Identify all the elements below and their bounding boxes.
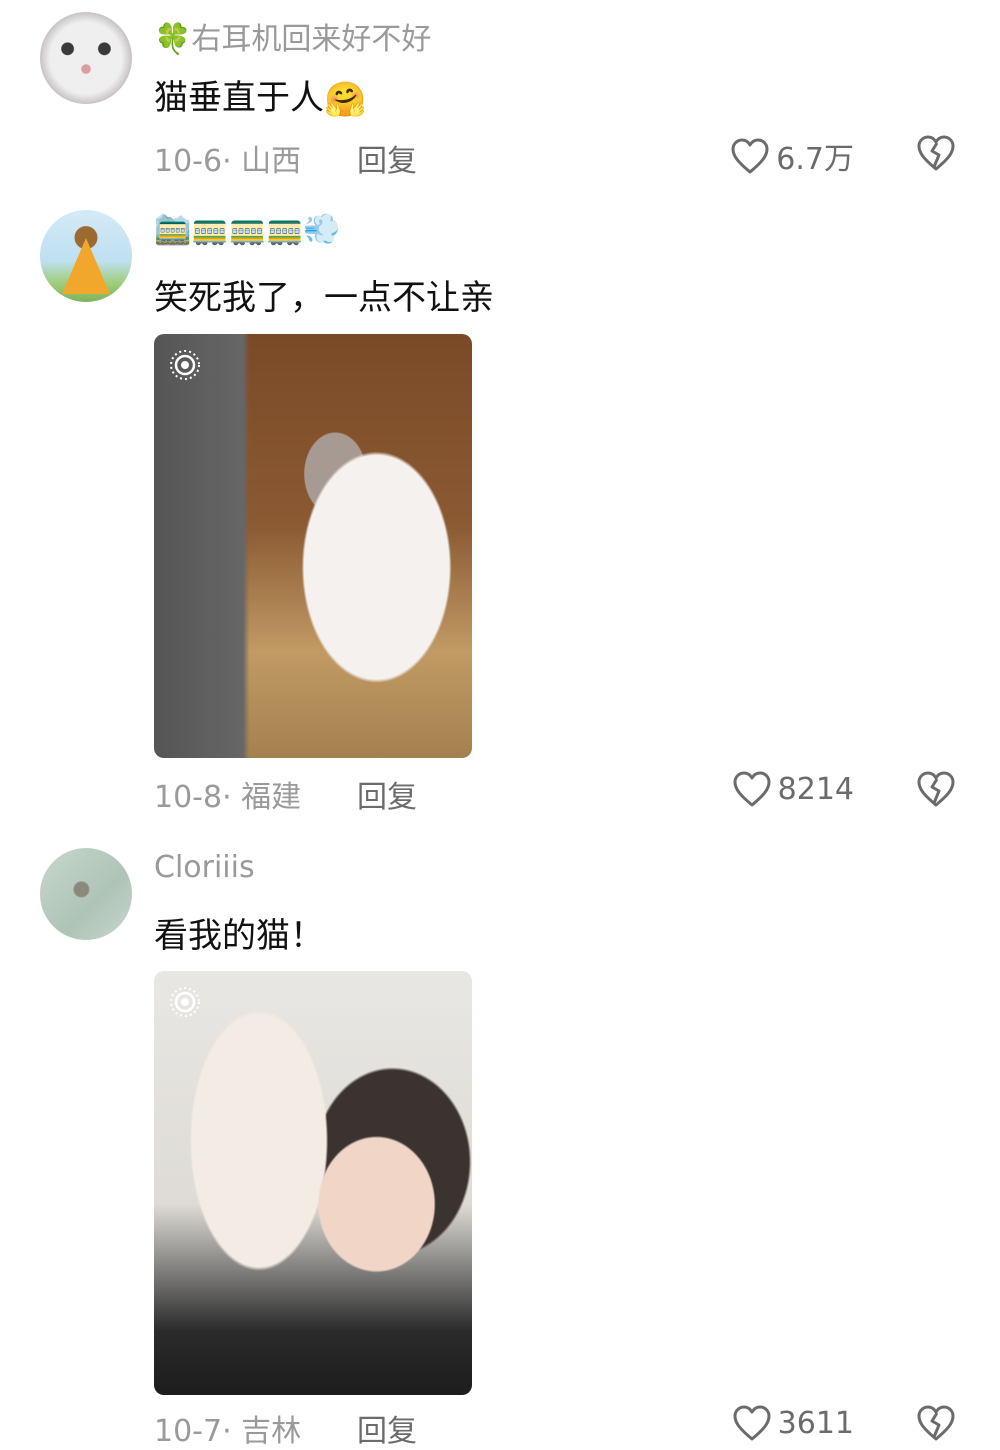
- like-button[interactable]: 6.7万: [730, 134, 854, 178]
- avatar[interactable]: [40, 12, 132, 104]
- avatar[interactable]: [40, 848, 132, 940]
- heart-outline-icon: [733, 1405, 771, 1441]
- like-count: 6.7万: [776, 142, 854, 177]
- username[interactable]: 🍀右耳机回来好不好: [154, 14, 431, 58]
- username[interactable]: 🚞🚃🚃🚃💨: [154, 212, 341, 247]
- comment-text: 看我的猫！: [154, 916, 324, 956]
- comment-text: 笑死我了，一点不让亲: [154, 278, 494, 318]
- avatar[interactable]: [40, 210, 132, 302]
- broken-heart-icon[interactable]: [916, 134, 956, 172]
- live-photo-icon: [170, 350, 200, 380]
- comment-photo[interactable]: [154, 971, 472, 1395]
- like-count: 3611: [777, 1405, 854, 1441]
- broken-heart-icon[interactable]: [916, 1404, 956, 1442]
- hug-emoji: 🤗: [324, 79, 367, 120]
- comment-text-body: 猫垂直于人: [154, 78, 324, 118]
- reply-button[interactable]: 回复: [357, 136, 417, 180]
- comment-text: 猫垂直于人🤗: [154, 70, 366, 120]
- like-button[interactable]: 3611: [732, 1404, 854, 1442]
- heart-outline-icon: [731, 138, 769, 174]
- comment-date-location: 10-7· 吉林: [154, 1414, 302, 1449]
- like-button[interactable]: 8214: [732, 770, 854, 808]
- comment-photo[interactable]: [154, 334, 472, 758]
- reply-button[interactable]: 回复: [357, 1406, 417, 1450]
- comment-date-location: 10-8· 福建: [154, 780, 302, 815]
- broken-heart-icon[interactable]: [916, 770, 956, 808]
- like-count: 8214: [777, 771, 854, 807]
- heart-outline-icon: [733, 771, 771, 807]
- comment-date-location: 10-6· 山西: [154, 144, 302, 179]
- username[interactable]: Cloriiis: [154, 850, 255, 885]
- reply-button[interactable]: 回复: [357, 772, 417, 816]
- live-photo-icon: [170, 987, 200, 1017]
